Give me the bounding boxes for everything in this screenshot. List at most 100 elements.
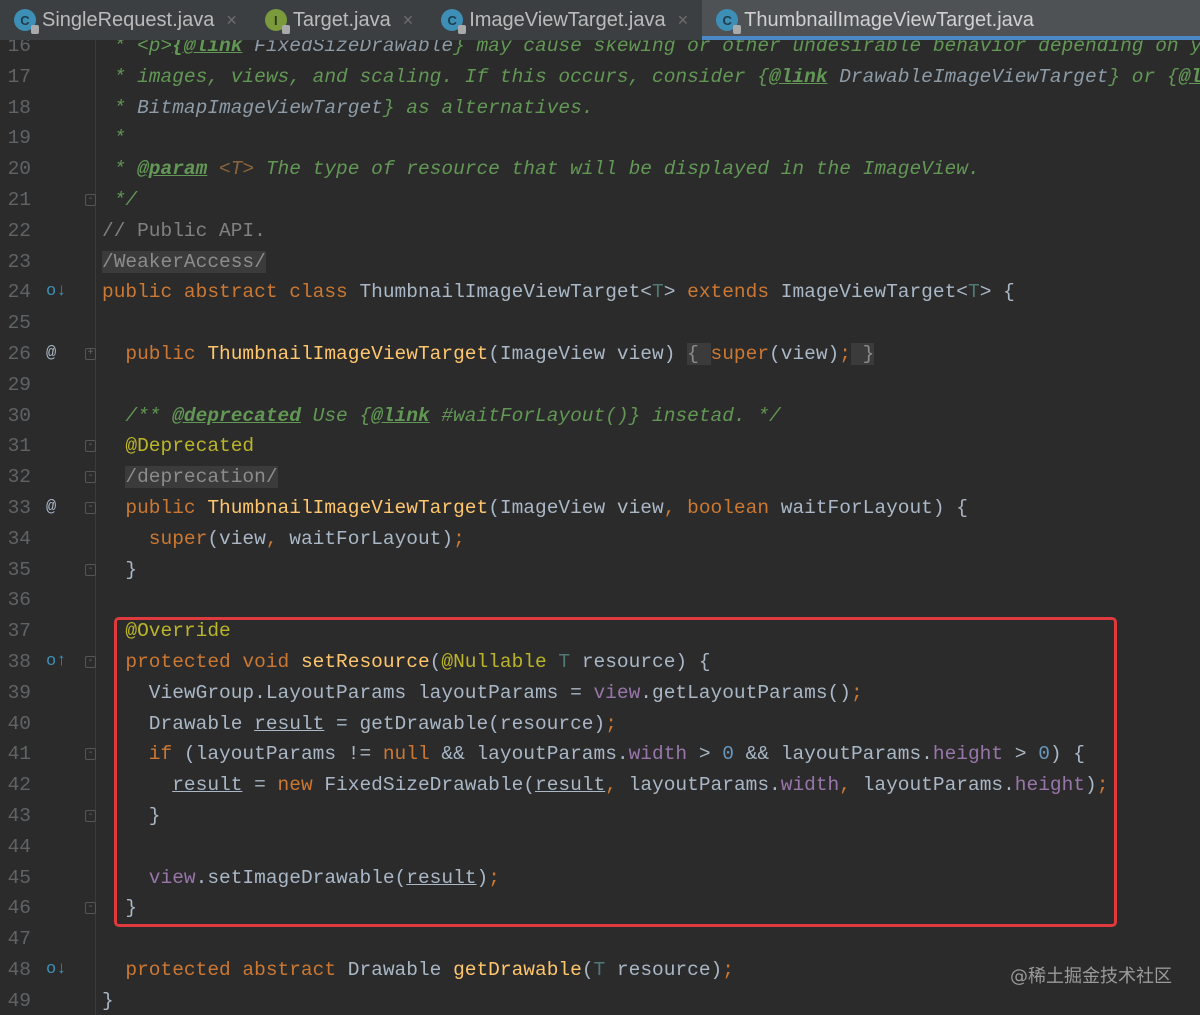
code-text: protected abstract Drawable getDrawable(… <box>102 955 734 986</box>
fold-marker-icon[interactable]: - <box>85 748 96 761</box>
code-token: /WeakerAccess/ <box>102 250 266 273</box>
fold-marker-icon[interactable]: - <box>85 193 96 206</box>
code-line[interactable]: 49} <box>0 986 1200 1015</box>
code-line[interactable]: 29 <box>0 370 1200 401</box>
code-token: // Public API. <box>102 219 266 242</box>
code-token: public <box>102 342 208 365</box>
code-token: } <box>102 558 138 581</box>
line-number: 19 <box>7 127 31 150</box>
line-number: 23 <box>7 250 31 273</box>
close-tab-icon[interactable]: × <box>403 10 414 31</box>
code-line[interactable]: 21 - */ <box>0 185 1200 216</box>
code-line[interactable]: 19 * <box>0 123 1200 154</box>
code-line[interactable]: 16 * <p>{@link FixedSizeDrawable} may ca… <box>0 40 1200 62</box>
code-token: ThumbnailImageViewTarget <box>207 496 489 519</box>
code-token: The type of resource that will be displa… <box>254 158 980 181</box>
line-number: 46 <box>7 897 31 920</box>
code-line[interactable]: 23/WeakerAccess/ <box>0 247 1200 278</box>
line-number: 30 <box>7 404 31 427</box>
code-token: @link <box>769 65 828 88</box>
annotation-gutter-icon[interactable]: @ <box>46 339 56 370</box>
code-text: } <box>102 555 137 586</box>
code-line[interactable]: 31 - @Deprecated <box>0 431 1200 462</box>
line-number: 44 <box>7 835 31 858</box>
class-icon: C <box>14 9 39 34</box>
code-line[interactable]: 36 <box>0 585 1200 616</box>
code-line[interactable]: 47 <box>0 924 1200 955</box>
code-line[interactable]: 25 <box>0 308 1200 339</box>
code-token: (view) <box>769 342 840 365</box>
code-line[interactable]: 20 * @param <T> The type of resource tha… <box>0 154 1200 185</box>
code-line[interactable]: 18 * BitmapImageViewTarget} as alternati… <box>0 93 1200 124</box>
code-line[interactable]: 22 // Public API. <box>0 216 1200 247</box>
code-text: */ <box>102 185 137 216</box>
line-number: 49 <box>7 989 31 1012</box>
fold-marker-icon[interactable]: - <box>85 902 96 915</box>
code-line[interactable]: 35 - } <box>0 555 1200 586</box>
code-line[interactable]: 26 @ + public ThumbnailImageViewTarget(Ima… <box>0 339 1200 370</box>
fold-marker-icon[interactable]: + <box>85 347 96 360</box>
code-text: // Public API. <box>102 216 266 247</box>
code-editor[interactable]: 16 * <p>{@link FixedSizeDrawable} may ca… <box>0 40 1200 1015</box>
code-token: (view <box>207 527 266 550</box>
tab-thumbnailimageviewtarget[interactable]: C ThumbnailImageViewTarget.java <box>702 0 1200 40</box>
line-number: 21 <box>7 188 31 211</box>
fold-marker-icon[interactable]: - <box>85 563 96 576</box>
line-number: 37 <box>7 620 31 643</box>
highlight-box <box>114 617 1117 927</box>
tab-imageviewtarget[interactable]: C ImageViewTarget.java × <box>427 0 702 40</box>
code-text: /deprecation/ <box>102 462 278 493</box>
code-token: , <box>663 496 688 519</box>
code-token: @deprecated <box>172 404 301 427</box>
tab-label: ThumbnailImageViewTarget.java <box>744 8 1034 31</box>
fold-marker-icon[interactable]: - <box>85 809 96 822</box>
line-number: 29 <box>7 373 31 396</box>
code-line[interactable]: 17 * images, views, and scaling. If this… <box>0 62 1200 93</box>
code-line[interactable]: 34 super(view, waitForLayout); <box>0 524 1200 555</box>
code-line[interactable]: 32 - /deprecation/ <box>0 462 1200 493</box>
code-token: super <box>102 527 208 550</box>
fold-marker-icon[interactable]: - <box>85 471 96 484</box>
code-token: ; <box>722 958 734 981</box>
code-token: T <box>593 958 617 981</box>
interface-icon: I <box>264 9 290 34</box>
code-line[interactable]: 33 @ - public ThumbnailImageViewTarget(Ima… <box>0 493 1200 524</box>
code-token: ; <box>453 527 465 550</box>
fold-marker-icon[interactable]: - <box>85 655 96 668</box>
line-number: 22 <box>7 219 31 242</box>
code-token: } or { <box>1108 65 1179 88</box>
line-number: 48 <box>7 958 31 981</box>
code-token: { <box>687 342 711 365</box>
line-number: 20 <box>7 158 31 181</box>
tab-target[interactable]: I Target.java × <box>251 0 427 40</box>
code-token: T <box>967 281 980 304</box>
code-token: Use { <box>300 404 372 427</box>
implemented-gutter-icon[interactable]: o↓ <box>46 955 66 986</box>
code-token: , <box>265 527 290 550</box>
code-token: } as alternatives. <box>382 96 594 119</box>
implemented-gutter-icon[interactable]: o↓ <box>46 277 66 308</box>
line-number: 41 <box>7 743 31 766</box>
line-number: 45 <box>7 866 31 889</box>
code-text: * @param <T> The type of resource that w… <box>102 154 980 185</box>
code-line[interactable]: 24 o↓ public abstract class ThumbnailImage… <box>0 277 1200 308</box>
code-line[interactable]: 30 /** @deprecated Use {@link #waitForLa… <box>0 401 1200 432</box>
code-token: > <box>663 281 688 304</box>
fold-marker-icon[interactable]: - <box>85 440 96 453</box>
overrides-gutter-icon[interactable]: o↑ <box>46 647 66 678</box>
line-number: 17 <box>7 65 31 88</box>
close-tab-icon[interactable]: × <box>678 10 689 31</box>
line-number: 18 <box>7 96 31 119</box>
close-tab-icon[interactable]: × <box>226 10 237 31</box>
line-number: 24 <box>7 281 31 304</box>
line-number: 47 <box>7 928 31 951</box>
annotation-gutter-icon[interactable]: @ <box>46 493 56 524</box>
code-token: ImageViewTarget< <box>780 281 968 304</box>
class-icon: C <box>441 9 467 34</box>
code-token: boolean <box>687 496 781 519</box>
tab-singlerequest[interactable]: C SingleRequest.java × <box>0 0 251 40</box>
fold-marker-icon[interactable]: - <box>85 501 96 514</box>
line-number: 26 <box>7 342 31 365</box>
line-number: 42 <box>7 774 31 797</box>
